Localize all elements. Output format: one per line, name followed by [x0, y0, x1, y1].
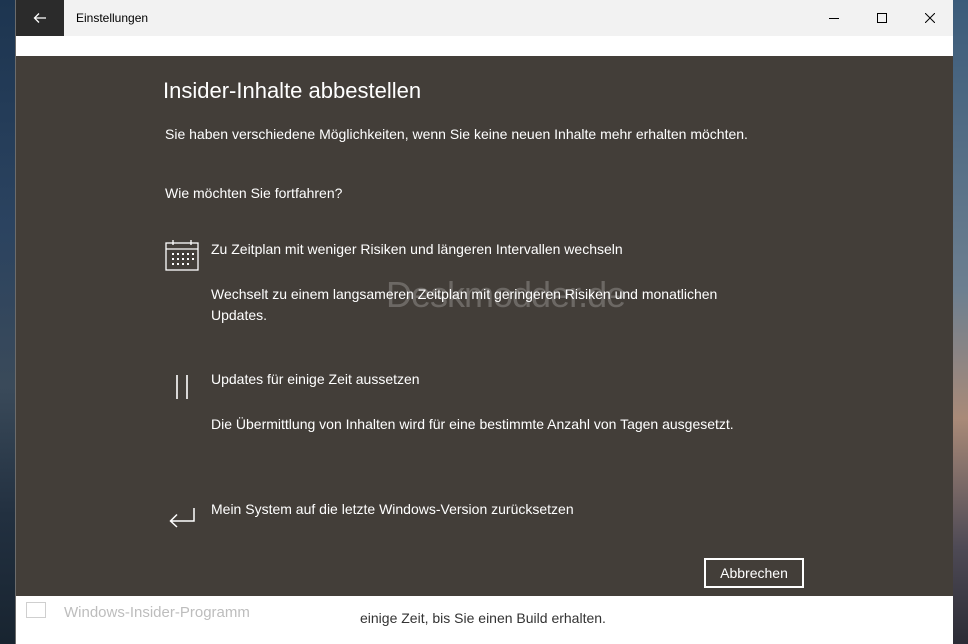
watermark: Deskmodder.de [386, 274, 626, 315]
window-title: Einstellungen [76, 11, 149, 25]
option-pause-updates-description: Die Übermittlung von Inhalten wird für e… [211, 416, 734, 432]
insider-program-icon [26, 602, 46, 618]
calendar-icon [164, 238, 200, 272]
minimize-icon [829, 18, 839, 19]
return-icon [164, 500, 200, 534]
back-button[interactable] [16, 0, 64, 36]
insider-program-nav-item[interactable]: Windows-Insider-Programm [64, 604, 250, 621]
title-bar: Einstellungen [16, 0, 953, 37]
background-page-text: einige Zeit, bis Sie einen Build erhalte… [360, 610, 606, 626]
dialog-title: Insider-Inhalte abbestellen [163, 78, 422, 103]
desktop-background-left [0, 0, 15, 644]
settings-window: Einstellungen Windows-Insider-Programm e… [15, 0, 953, 644]
back-arrow-icon [33, 13, 46, 23]
dialog-intro-text: Sie haben verschiedene Möglichkeiten, we… [165, 126, 748, 142]
desktop-background-right [953, 0, 968, 644]
minimize-button[interactable] [811, 0, 857, 36]
pause-icon [164, 370, 200, 404]
maximize-button[interactable] [859, 0, 905, 36]
cancel-button[interactable]: Abbrechen [704, 558, 804, 588]
close-icon [925, 13, 935, 23]
unsubscribe-dialog: Insider-Inhalte abbestellen Sie haben ve… [16, 56, 953, 596]
option-slow-schedule[interactable]: Zu Zeitplan mit weniger Risiken und läng… [211, 241, 623, 257]
close-button[interactable] [907, 0, 953, 36]
dialog-question: Wie möchten Sie fortfahren? [165, 185, 343, 201]
option-rollback[interactable]: Mein System auf die letzte Windows-Versi… [211, 501, 574, 517]
maximize-icon [877, 13, 887, 23]
option-pause-updates[interactable]: Updates für einige Zeit aussetzen [211, 371, 420, 387]
